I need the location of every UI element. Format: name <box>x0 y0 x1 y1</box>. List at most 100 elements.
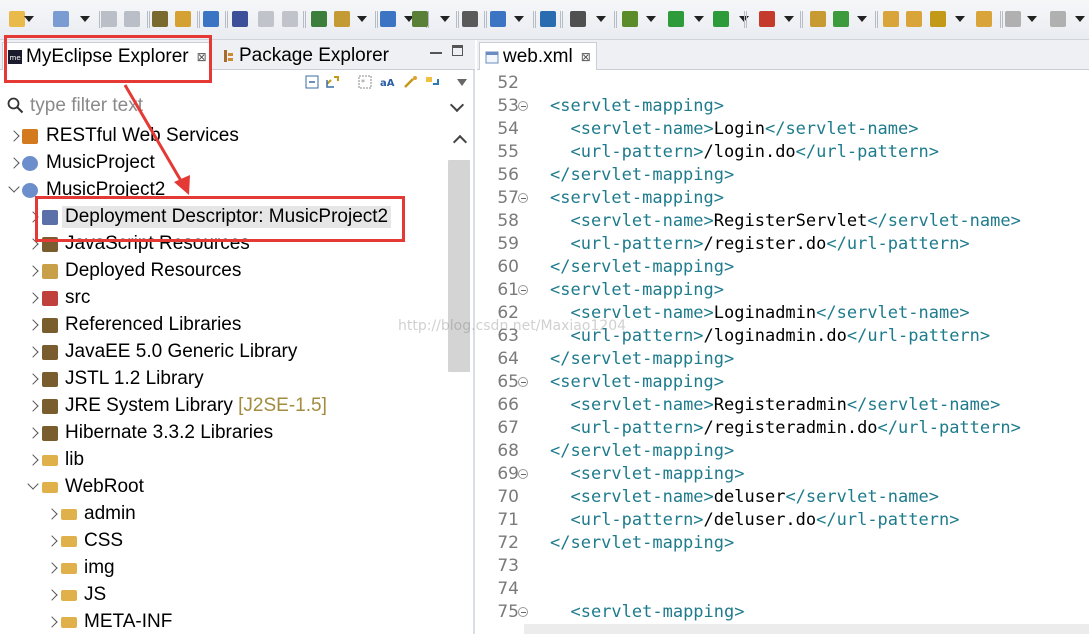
fold-toggle-icon[interactable] <box>518 285 528 295</box>
tree-item[interactable]: RESTful Web Services <box>0 123 445 150</box>
chevron-down-icon[interactable] <box>449 97 465 113</box>
minimize-button[interactable] <box>430 46 442 54</box>
undo-icon[interactable] <box>258 11 274 27</box>
fold-toggle-icon[interactable] <box>518 469 528 479</box>
tree-item[interactable]: JavaEE 5.0 Generic Library <box>0 339 445 366</box>
collapsed-chevron-icon[interactable] <box>8 130 20 142</box>
save-all-icon[interactable] <box>124 11 140 27</box>
collapsed-chevron-icon[interactable] <box>27 346 39 358</box>
tab-package-explorer[interactable]: Package Explorer <box>216 42 390 70</box>
deploy-icon[interactable] <box>311 11 327 27</box>
open-icon[interactable] <box>175 11 191 27</box>
collapsed-chevron-icon[interactable] <box>27 427 39 439</box>
tree-item[interactable]: CSS <box>0 528 445 555</box>
view-menu-chevron-down-icon[interactable] <box>457 79 467 86</box>
globe-icon[interactable] <box>540 11 556 27</box>
tree-item[interactable]: JS <box>0 582 445 609</box>
dropdown-chevron-down-icon[interactable] <box>440 16 450 22</box>
sync-icon[interactable] <box>425 75 440 89</box>
dropdown-chevron-down-icon[interactable] <box>784 16 794 22</box>
code-area[interactable]: 52 53 <servlet-mapping> 54 <servlet-name>Lo… <box>477 71 1089 634</box>
window-icon[interactable] <box>380 11 396 27</box>
horizontal-scrollbar[interactable] <box>524 624 1089 634</box>
fold-toggle-icon[interactable] <box>518 377 528 387</box>
collapsed-chevron-icon[interactable] <box>27 292 39 304</box>
link-with-editor-icon[interactable] <box>325 75 340 89</box>
type-icon[interactable] <box>152 11 168 27</box>
collapsed-chevron-icon[interactable] <box>46 562 58 574</box>
collapsed-chevron-icon[interactable] <box>8 157 20 169</box>
dropdown-chevron-down-icon[interactable] <box>24 16 34 22</box>
filter-input[interactable] <box>30 94 440 118</box>
fold-toggle-icon[interactable] <box>518 193 528 203</box>
wand-icon[interactable] <box>403 75 418 89</box>
line-number: 58 <box>497 211 519 231</box>
tree-item[interactable]: img <box>0 555 445 582</box>
dropdown-chevron-down-icon[interactable] <box>694 16 704 22</box>
collapsed-chevron-icon[interactable] <box>27 265 39 277</box>
grid-icon[interactable] <box>412 11 428 27</box>
filter-icon[interactable]: * <box>358 75 373 89</box>
next-annotation-icon[interactable] <box>1005 11 1021 27</box>
dropdown-chevron-down-icon[interactable] <box>646 16 656 22</box>
tree-item[interactable]: JSTL 1.2 Library <box>0 366 445 393</box>
tree-item[interactable]: src <box>0 285 445 312</box>
refresh-icon[interactable] <box>833 11 849 27</box>
dropdown-chevron-down-icon[interactable] <box>596 16 606 22</box>
tree-item[interactable]: Referenced Libraries <box>0 312 445 339</box>
run-icon[interactable] <box>668 11 684 27</box>
dropdown-chevron-down-icon[interactable] <box>1075 16 1085 22</box>
tree-item[interactable]: MusicProject <box>0 150 445 177</box>
close-icon[interactable]: ⊠ <box>581 50 591 64</box>
expanded-chevron-icon[interactable] <box>27 478 39 490</box>
fold-toggle-icon[interactable] <box>518 101 528 111</box>
back-icon[interactable] <box>1050 11 1066 27</box>
collapsed-chevron-icon[interactable] <box>46 508 58 520</box>
folder-icon[interactable] <box>976 11 992 27</box>
collapsed-chevron-icon[interactable] <box>46 535 58 547</box>
collapsed-chevron-icon[interactable] <box>27 454 39 466</box>
collapsed-chevron-icon[interactable] <box>27 373 39 385</box>
dropdown-chevron-down-icon[interactable] <box>80 16 90 22</box>
debug-icon[interactable] <box>232 11 248 27</box>
dropdown-chevron-down-icon[interactable] <box>514 16 524 22</box>
wand-icon[interactable] <box>930 11 946 27</box>
folder-icon[interactable] <box>883 11 899 27</box>
new-file-icon[interactable] <box>53 11 69 27</box>
console-icon[interactable] <box>203 11 219 27</box>
collapsed-chevron-icon[interactable] <box>27 400 39 412</box>
scrollbar-thumb[interactable] <box>448 160 470 372</box>
table-icon[interactable] <box>462 11 478 27</box>
dropdown-chevron-down-icon[interactable] <box>857 16 867 22</box>
font-size-icon[interactable]: aA <box>380 75 395 89</box>
tab-web-xml[interactable]: web.xml ⊠ <box>479 42 597 70</box>
dropdown-chevron-down-icon[interactable] <box>1027 16 1037 22</box>
stop-icon[interactable] <box>759 11 775 27</box>
fold-toggle-icon[interactable] <box>518 607 528 617</box>
collapse-all-icon[interactable] <box>305 75 320 89</box>
expanded-chevron-icon[interactable] <box>8 181 20 193</box>
maximize-button[interactable] <box>452 45 463 56</box>
run-config-icon[interactable] <box>713 11 729 27</box>
collapsed-chevron-icon[interactable] <box>27 319 39 331</box>
collapsed-chevron-icon[interactable] <box>46 589 58 601</box>
tree-item[interactable]: JRE System Library [J2SE-1.5] <box>0 393 445 420</box>
new-icon[interactable] <box>9 11 25 27</box>
camera-icon[interactable] <box>570 11 586 27</box>
inspect-icon[interactable] <box>490 11 506 27</box>
tree-item[interactable]: admin <box>0 501 445 528</box>
tree-item[interactable]: META-INF <box>0 609 445 634</box>
tree-item[interactable]: Hibernate 3.3.2 Libraries <box>0 420 445 447</box>
tree-item[interactable]: Deployed Resources <box>0 258 445 285</box>
save-icon[interactable] <box>101 11 117 27</box>
dropdown-chevron-down-icon[interactable] <box>955 16 965 22</box>
bug-icon[interactable] <box>622 11 638 27</box>
dropdown-chevron-down-icon[interactable] <box>357 16 367 22</box>
server-icon[interactable] <box>334 11 350 27</box>
redo-icon[interactable] <box>282 11 298 27</box>
collapsed-chevron-icon[interactable] <box>46 616 58 628</box>
folder-open-icon[interactable] <box>906 11 922 27</box>
tree-item[interactable]: WebRoot <box>0 474 445 501</box>
package-icon[interactable] <box>810 11 826 27</box>
tree-item[interactable]: lib <box>0 447 445 474</box>
